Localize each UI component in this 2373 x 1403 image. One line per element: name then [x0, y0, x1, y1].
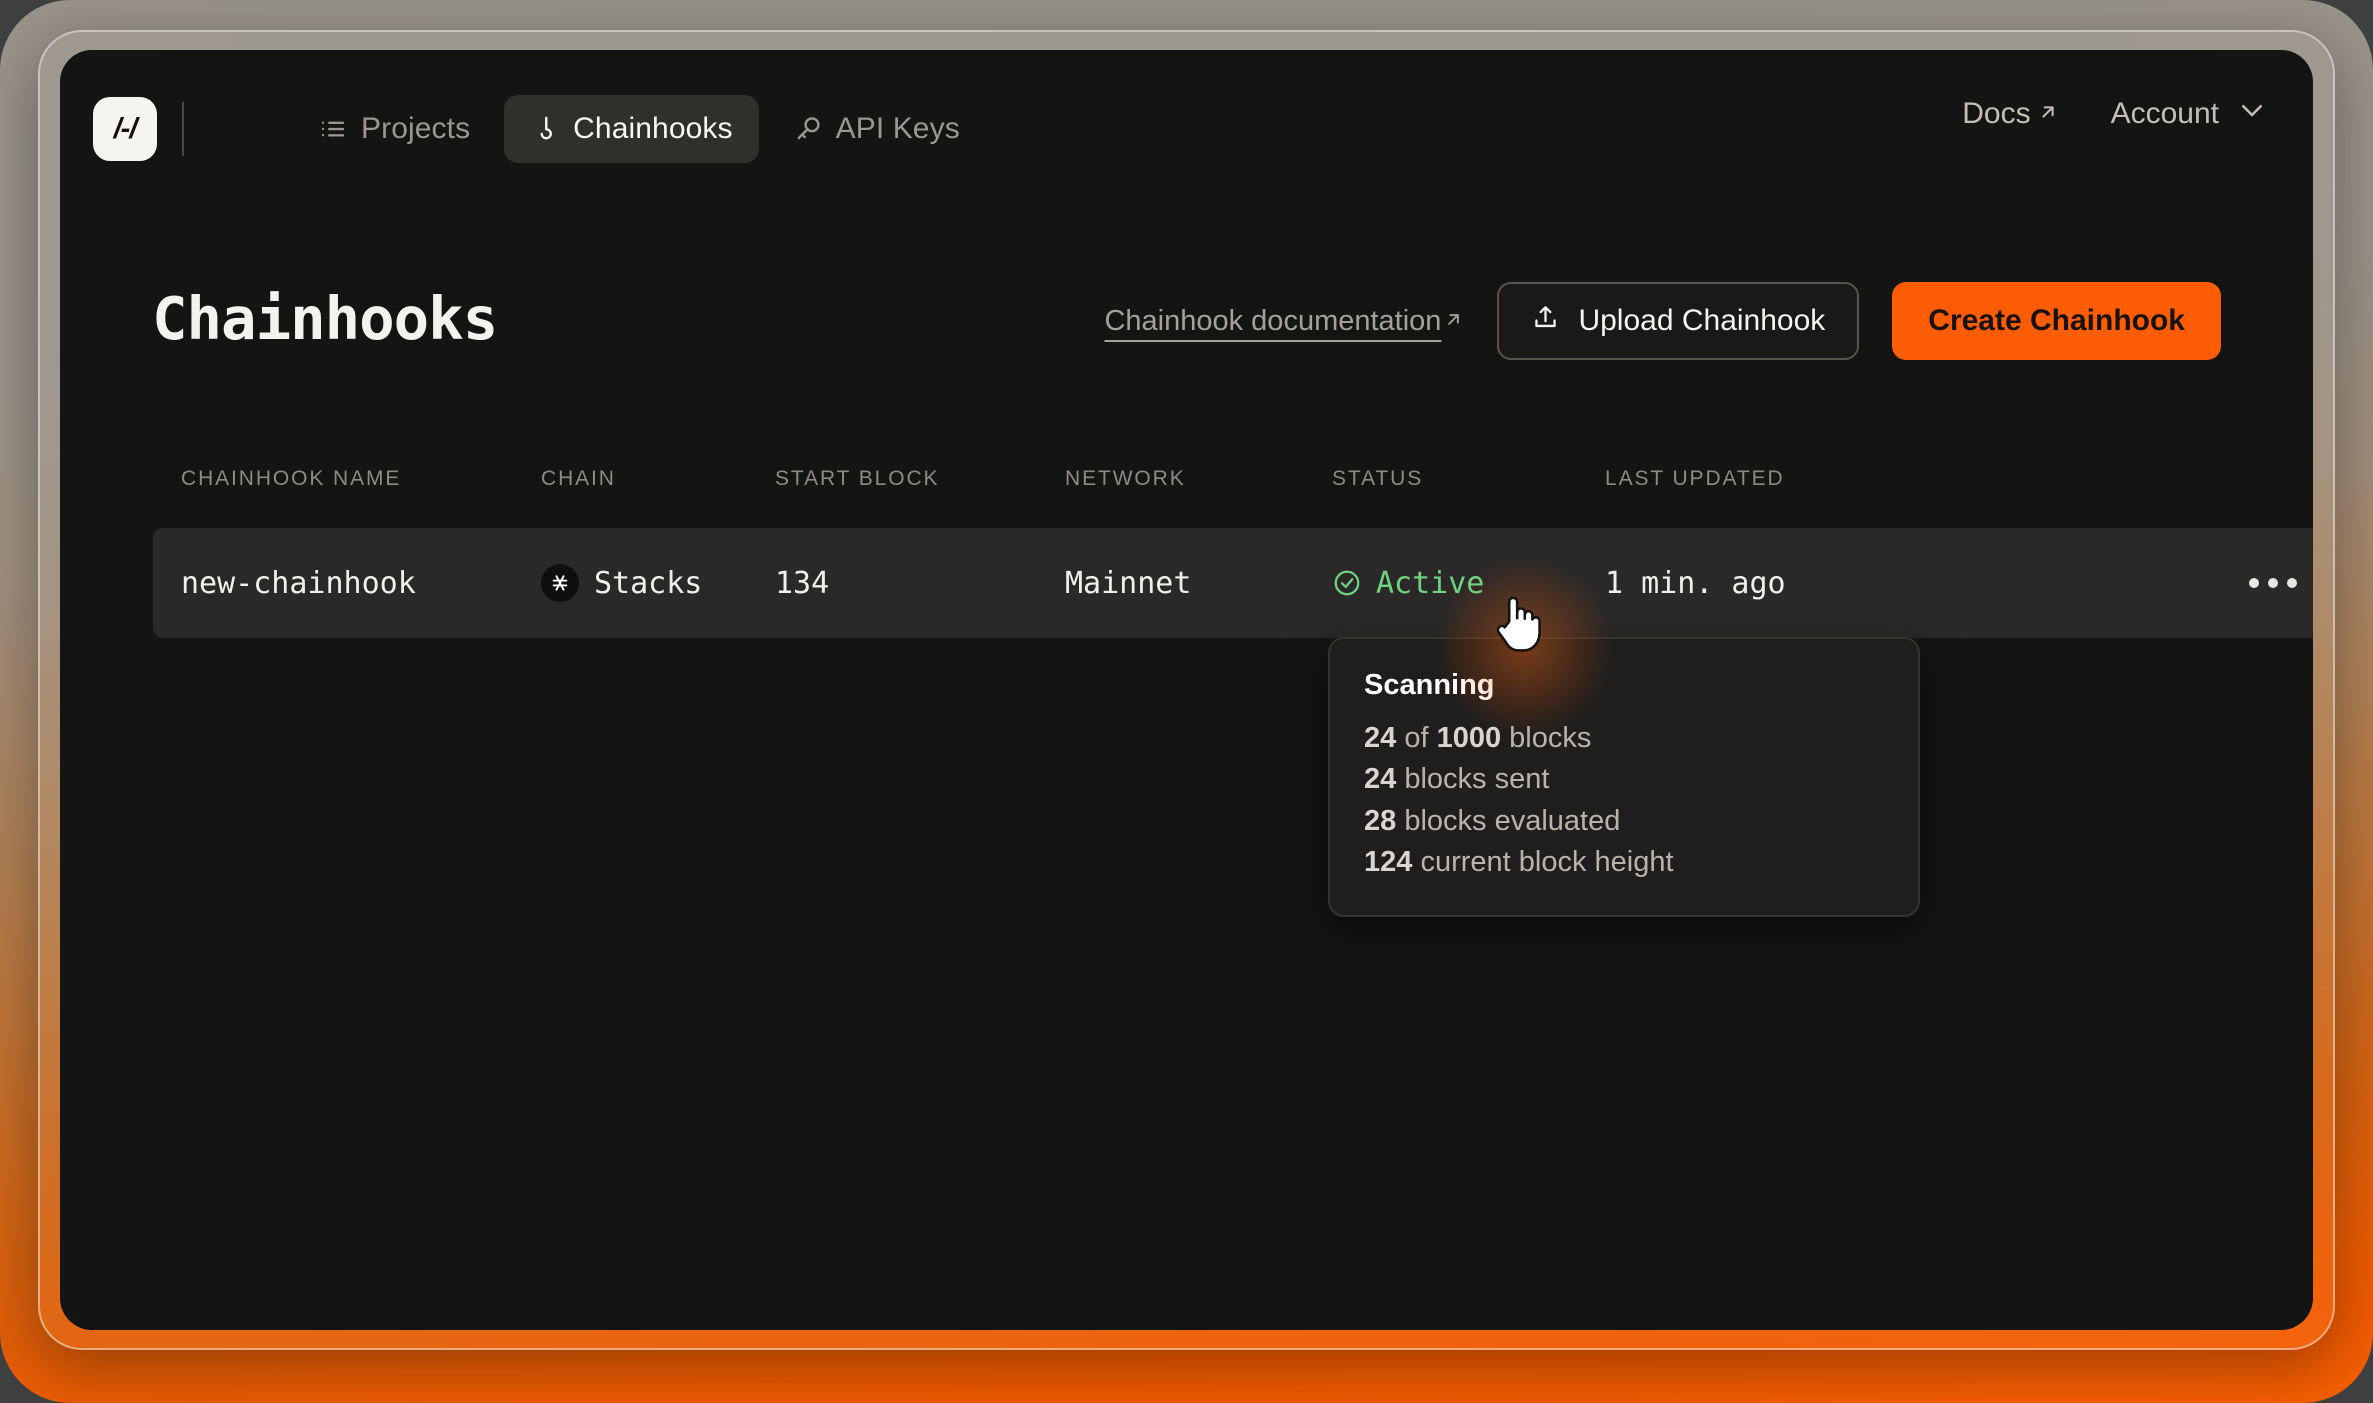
- tooltip-line-blocks-evaluated: 28 blocks evaluated: [1364, 801, 1884, 842]
- tooltip-blocks-evaluated-value: 28: [1364, 805, 1396, 837]
- cell-status[interactable]: Active: [1304, 566, 1577, 601]
- column-header-chain: CHAIN: [513, 467, 747, 491]
- app-window: /-/ Projects: [60, 50, 2313, 1330]
- nav-item-projects-label: Projects: [361, 112, 470, 146]
- nav-item-api-keys-label: API Keys: [836, 112, 960, 146]
- nav-item-chainhooks-label: Chainhooks: [573, 112, 732, 146]
- nav-item-account[interactable]: Account: [2111, 95, 2267, 133]
- external-link-icon: [2037, 97, 2059, 131]
- tooltip-blocks-evaluated-label: blocks evaluated: [1396, 805, 1620, 837]
- cell-chain-label: Stacks: [594, 566, 702, 601]
- header-actions: Chainhook documentation Upload Chainhook: [1104, 282, 2221, 360]
- column-header-status: STATUS: [1304, 467, 1577, 491]
- desktop-backdrop: /-/ Projects: [0, 0, 2373, 1403]
- create-chainhook-button[interactable]: Create Chainhook: [1892, 282, 2221, 360]
- tooltip-line-current-block-height: 124 current block height: [1364, 842, 1884, 883]
- logo-text: /-/: [114, 113, 137, 146]
- table-row[interactable]: new-chainhook Stacks: [153, 528, 2313, 638]
- upload-chainhook-button[interactable]: Upload Chainhook: [1497, 282, 1859, 360]
- table-header-row: CHAINHOOK NAME CHAIN START BLOCK NETWORK…: [153, 450, 2313, 508]
- secondary-nav-items: Docs Account: [1962, 95, 2267, 133]
- tooltip-blocks-sent-label: blocks sent: [1396, 763, 1549, 795]
- chevron-down-icon: [2237, 95, 2267, 133]
- chainhook-documentation-link[interactable]: Chainhook documentation: [1104, 305, 1464, 338]
- tooltip-line-blocks-sent: 24 blocks sent: [1364, 759, 1884, 800]
- tooltip-current-block-height-label: current block height: [1412, 846, 1673, 878]
- cell-chainhook-name: new-chainhook: [153, 566, 513, 601]
- stacks-icon: [541, 564, 579, 602]
- upload-chainhook-label: Upload Chainhook: [1578, 304, 1825, 338]
- list-icon: [318, 114, 348, 144]
- external-link-icon: [1443, 305, 1464, 338]
- upload-icon: [1531, 303, 1560, 340]
- cell-chain: Stacks: [513, 564, 747, 602]
- cell-network: Mainnet: [1037, 566, 1304, 601]
- column-header-last-updated: LAST UPDATED: [1577, 467, 1997, 491]
- nav-item-projects[interactable]: Projects: [292, 95, 496, 163]
- nav-item-docs[interactable]: Docs: [1962, 97, 2058, 131]
- chainhooks-table: CHAINHOOK NAME CHAIN START BLOCK NETWORK…: [153, 450, 2313, 638]
- page-title: Chainhooks: [152, 284, 497, 353]
- column-header-chainhook-name: CHAINHOOK NAME: [153, 467, 513, 491]
- top-navigation-bar: /-/ Projects: [60, 50, 2313, 156]
- key-icon: [793, 114, 823, 144]
- nav-item-account-label: Account: [2111, 97, 2219, 131]
- tooltip-title: Scanning: [1364, 669, 1884, 702]
- check-circle-icon: [1332, 568, 1362, 598]
- chainhook-documentation-label: Chainhook documentation: [1104, 305, 1441, 338]
- hiro-logo-icon[interactable]: /-/: [93, 97, 157, 161]
- primary-nav-items: Projects Chainhooks: [292, 95, 986, 163]
- tooltip-current-block-height-value: 124: [1364, 846, 1412, 878]
- column-header-start-block: START BLOCK: [747, 467, 1037, 491]
- tooltip-blocks-progress-sep: of: [1396, 722, 1436, 754]
- status-badge: Active: [1376, 566, 1484, 601]
- tooltip-blocks-progress-label: blocks: [1501, 722, 1591, 754]
- tooltip-blocks-total-value: 1000: [1437, 722, 1502, 754]
- cell-last-updated: 1 min. ago: [1577, 566, 1997, 601]
- tooltip-blocks-sent-value: 24: [1364, 763, 1396, 795]
- nav-divider: [182, 102, 184, 156]
- kebab-menu-icon[interactable]: [2249, 578, 2297, 588]
- tooltip-line-blocks-progress: 24 of 1000 blocks: [1364, 718, 1884, 759]
- hook-icon: [530, 114, 560, 144]
- row-actions: [1997, 578, 2313, 588]
- nav-item-docs-label: Docs: [1962, 97, 2030, 131]
- cell-start-block: 134: [747, 566, 1037, 601]
- tooltip-blocks-scanned-value: 24: [1364, 722, 1396, 754]
- nav-item-chainhooks[interactable]: Chainhooks: [504, 95, 758, 163]
- scanning-tooltip: Scanning 24 of 1000 blocks 24 blocks sen…: [1328, 637, 1920, 917]
- nav-item-api-keys[interactable]: API Keys: [767, 95, 986, 163]
- column-header-network: NETWORK: [1037, 467, 1304, 491]
